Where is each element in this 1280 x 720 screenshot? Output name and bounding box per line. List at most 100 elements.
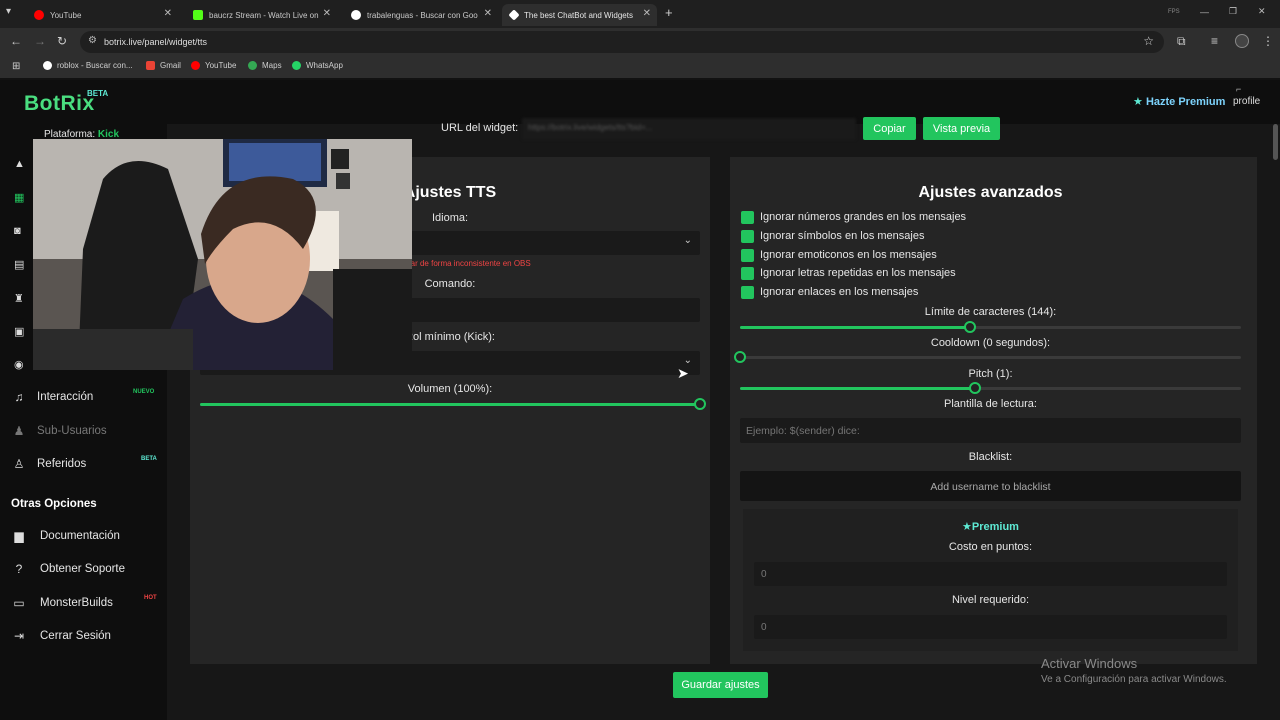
gamepad-icon[interactable]: ◉: [14, 358, 24, 371]
sidebar-item-monsterbuilds[interactable]: ▭ MonsterBuilds: [11, 593, 113, 613]
activate-windows-subtitle: Ve a Configuración para activar Windows.: [1041, 674, 1227, 685]
profile-link[interactable]: ⌐ profile: [1233, 84, 1260, 107]
bookmark-label: YouTube: [205, 61, 237, 70]
sidebar-item-documentacion[interactable]: ▆ Documentación: [11, 526, 120, 546]
new-tab-icon[interactable]: +: [665, 5, 673, 20]
premium-link[interactable]: ★ Hazte Premium: [1133, 95, 1225, 108]
bookmark-whatsapp[interactable]: WhatsApp: [292, 61, 343, 70]
bookmark-star-icon[interactable]: ☆: [1143, 34, 1154, 48]
google-icon: [43, 61, 52, 70]
tab-botrix[interactable]: The best ChatBot and Widgets ✕: [502, 4, 657, 26]
avatar[interactable]: [1235, 34, 1249, 48]
checkbox[interactable]: [741, 248, 754, 262]
option-label: Ignorar números grandes en los mensajes: [760, 211, 967, 223]
ignore-numbers-option[interactable]: Ignorar números grandes en los mensajes: [741, 210, 966, 224]
close-window-icon[interactable]: ✕: [1258, 6, 1266, 17]
bookmark-label: Gmail: [160, 61, 181, 70]
google-icon: [351, 10, 361, 20]
checkbox[interactable]: [741, 229, 754, 243]
points-cost-input[interactable]: 0: [754, 562, 1227, 586]
checkbox[interactable]: [741, 285, 754, 299]
sidebar-item-cerrar-sesion[interactable]: ⇥ Cerrar Sesión: [11, 626, 111, 646]
page-scrollbar[interactable]: [1273, 124, 1278, 160]
tab-title: The best ChatBot and Widgets: [524, 10, 633, 20]
forward-icon[interactable]: →: [34, 34, 46, 48]
minimize-icon[interactable]: —: [1200, 7, 1209, 17]
bookmark-label: roblox - Buscar con...: [57, 61, 133, 70]
preview-button[interactable]: Vista previa: [923, 117, 1000, 140]
points-cost-label: Costo en puntos:: [948, 541, 1033, 553]
char-limit-slider[interactable]: [740, 321, 1241, 333]
kick-icon: [193, 10, 203, 20]
bot-icon[interactable]: ◙: [14, 225, 21, 237]
extensions-icon[interactable]: ⧉: [1177, 34, 1186, 49]
restore-icon[interactable]: ❐: [1229, 6, 1237, 17]
trophy-icon[interactable]: ♜: [14, 292, 24, 305]
url-bar[interactable]: ⚙ botrix.live/panel/widget/tts ☆: [80, 31, 1164, 53]
dashboard-icon[interactable]: ▦: [14, 191, 24, 204]
apps-grid-icon[interactable]: ⊞: [12, 61, 20, 72]
tab-kick[interactable]: baucrz Stream - Watch Live on ✕: [185, 4, 337, 26]
tab-youtube[interactable]: YouTube ✕: [26, 4, 178, 26]
template-input[interactable]: [740, 418, 1241, 443]
cooldown-slider-knob[interactable]: [734, 351, 746, 363]
bookmark-gmail[interactable]: Gmail: [146, 61, 181, 70]
ignore-repeated-option[interactable]: Ignorar letras repetidas en los mensajes: [741, 266, 956, 280]
widget-url-field[interactable]: https://botrix.live/widgets/tts?bid=...: [522, 118, 856, 140]
help-icon: ?: [15, 562, 23, 576]
bookmark-roblox[interactable]: roblox - Buscar con...: [43, 61, 133, 70]
sidebar-item-label: Obtener Soporte: [40, 563, 126, 575]
volume-slider[interactable]: [200, 398, 706, 410]
menu-icon[interactable]: ⋮: [1262, 34, 1274, 48]
level-required-input[interactable]: 0: [754, 615, 1227, 639]
copy-button[interactable]: Copiar: [863, 117, 916, 140]
checkbox[interactable]: [741, 266, 754, 280]
tab-title: baucrz Stream - Watch Live on: [209, 10, 319, 20]
sidebar-item-label: Interacción: [37, 391, 94, 403]
blacklist-input[interactable]: Add username to blacklist: [740, 471, 1241, 501]
profile-image-icon: ⌐: [1236, 84, 1242, 94]
hot-badge: HOT: [144, 595, 157, 601]
media-icon[interactable]: ≡: [1211, 34, 1218, 48]
music-icon: ♫: [14, 390, 24, 404]
users-icon: ♟: [13, 424, 25, 438]
pitch-label: Pitch (1):: [968, 368, 1013, 380]
pitch-slider[interactable]: [740, 382, 1241, 394]
cooldown-slider[interactable]: [734, 351, 1241, 363]
sidebar-item-label: Documentación: [40, 530, 120, 542]
sidebar-item-referidos[interactable]: ♙ Referidos: [11, 454, 87, 474]
site-info-icon[interactable]: ⚙: [88, 35, 97, 46]
tab-google[interactable]: trabalenguas - Buscar con Goo ✕: [343, 4, 498, 26]
sidebar-item-sub-usuarios[interactable]: ♟ Sub-Usuarios: [11, 421, 107, 441]
save-settings-button[interactable]: Guardar ajustes: [673, 672, 768, 698]
volume-label: Volumen (100%):: [407, 383, 493, 395]
chat-icon[interactable]: ▣: [14, 325, 24, 338]
option-label: Ignorar letras repetidas en los mensajes: [760, 267, 956, 279]
back-icon[interactable]: ←: [10, 34, 22, 48]
close-tab-icon[interactable]: ✕: [484, 8, 492, 19]
tab-title: YouTube: [50, 10, 82, 20]
close-tab-icon[interactable]: ✕: [323, 8, 331, 19]
ignore-emotes-option[interactable]: Ignorar emoticonos en los mensajes: [741, 248, 937, 262]
sidebar-item-interaccion[interactable]: ♫ Interacción: [11, 387, 94, 407]
sidebar-item-soporte[interactable]: ? Obtener Soporte: [11, 559, 125, 579]
alert-icon[interactable]: ▲: [14, 158, 25, 170]
bookmark-maps[interactable]: Maps: [248, 61, 282, 70]
botrix-icon: [508, 9, 520, 21]
botrix-logo[interactable]: BotRix: [24, 92, 95, 116]
ignore-symbols-option[interactable]: Ignorar símbolos en los mensajes: [741, 229, 924, 243]
url-text: botrix.live/panel/widget/tts: [104, 37, 208, 47]
tab-title: trabalenguas - Buscar con Goo: [367, 10, 478, 20]
checkbox[interactable]: [741, 210, 754, 224]
close-tab-icon[interactable]: ✕: [164, 8, 172, 19]
ignore-links-option[interactable]: Ignorar enlaces en los mensajes: [741, 285, 918, 299]
bookmark-youtube[interactable]: YouTube: [191, 61, 236, 70]
close-tab-icon[interactable]: ✕: [643, 8, 651, 19]
docs-icon: ▆: [14, 529, 24, 543]
tab-search-icon[interactable]: ▾: [6, 6, 11, 17]
volume-slider-knob[interactable]: [694, 398, 706, 410]
reload-icon[interactable]: ↻: [57, 34, 67, 48]
id-card-icon[interactable]: ▤: [14, 258, 24, 271]
other-options-heading: Otras Opciones: [11, 498, 97, 510]
star-icon: ★: [962, 521, 972, 533]
